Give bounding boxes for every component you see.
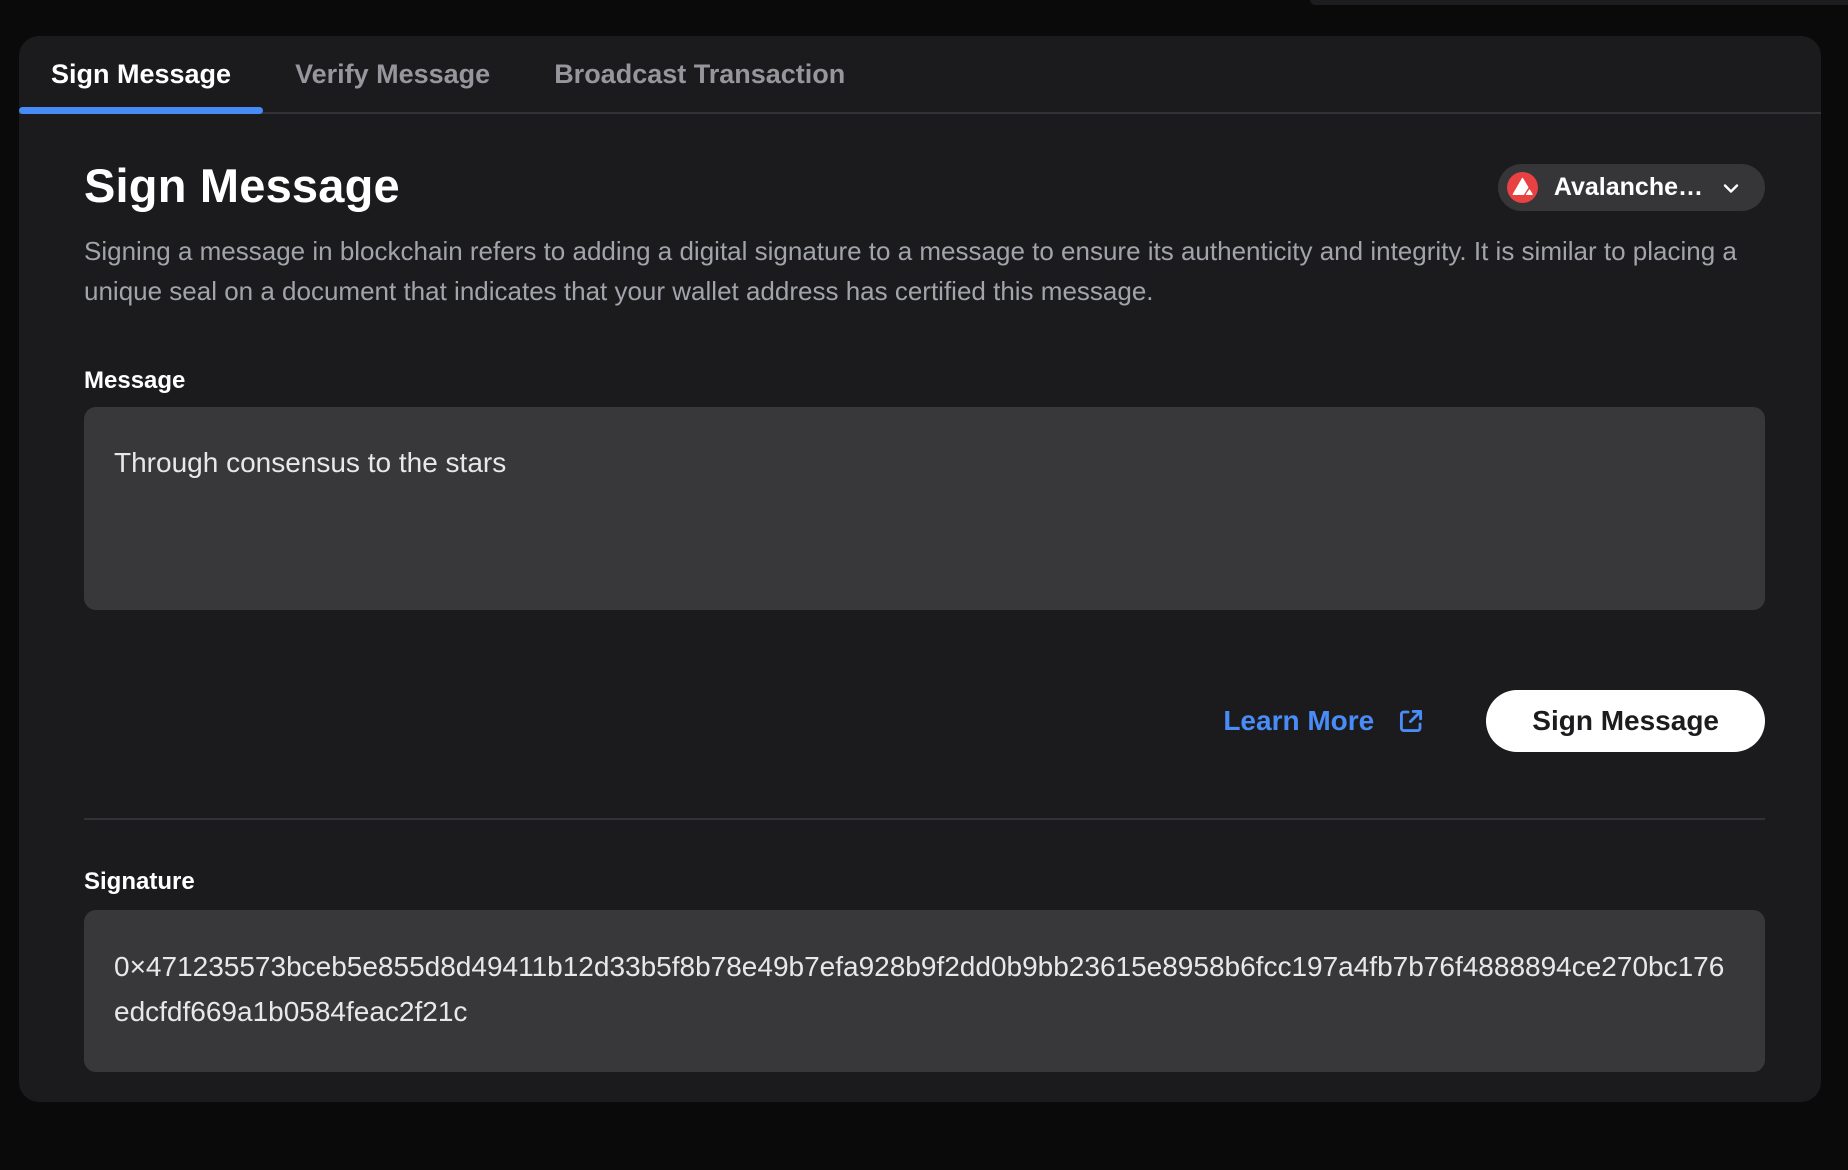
description-text: Signing a message in blockchain refers t… <box>84 231 1765 311</box>
avalanche-icon <box>1507 172 1538 203</box>
external-link-icon <box>1396 706 1426 736</box>
learn-more-label: Learn More <box>1223 705 1374 737</box>
chevron-down-icon <box>1719 176 1743 200</box>
learn-more-link[interactable]: Learn More <box>1223 705 1426 737</box>
tab-sign-message[interactable]: Sign Message <box>19 36 263 112</box>
message-input[interactable]: Through consensus to the stars <box>84 407 1765 610</box>
sign-message-card: Sign Message Verify Message Broadcast Tr… <box>19 36 1821 1102</box>
network-label: Avalanche… <box>1554 173 1703 202</box>
tab-verify-message-label: Verify Message <box>295 59 490 90</box>
section-divider <box>84 818 1765 820</box>
tab-sign-message-label: Sign Message <box>51 59 231 90</box>
page-title: Sign Message <box>84 158 400 213</box>
card-content: Sign Message Avalanche… <box>19 158 1821 1072</box>
cropped-overlay-edge <box>1310 0 1848 5</box>
tab-verify-message[interactable]: Verify Message <box>263 36 522 112</box>
message-label: Message <box>84 367 1765 395</box>
signature-value: 0×471235573bceb5e855d8d49411b12d33b5f8b7… <box>84 910 1765 1072</box>
actions-row: Learn More Sign Message <box>84 690 1765 752</box>
tab-broadcast-transaction[interactable]: Broadcast Transaction <box>522 36 877 112</box>
network-selector-dropdown[interactable]: Avalanche… <box>1498 164 1765 211</box>
tab-bar: Sign Message Verify Message Broadcast Tr… <box>19 36 1821 114</box>
signature-label: Signature <box>84 868 1765 896</box>
tab-broadcast-transaction-label: Broadcast Transaction <box>554 59 845 90</box>
sign-message-button[interactable]: Sign Message <box>1486 690 1765 752</box>
header-row: Sign Message Avalanche… <box>84 158 1765 213</box>
